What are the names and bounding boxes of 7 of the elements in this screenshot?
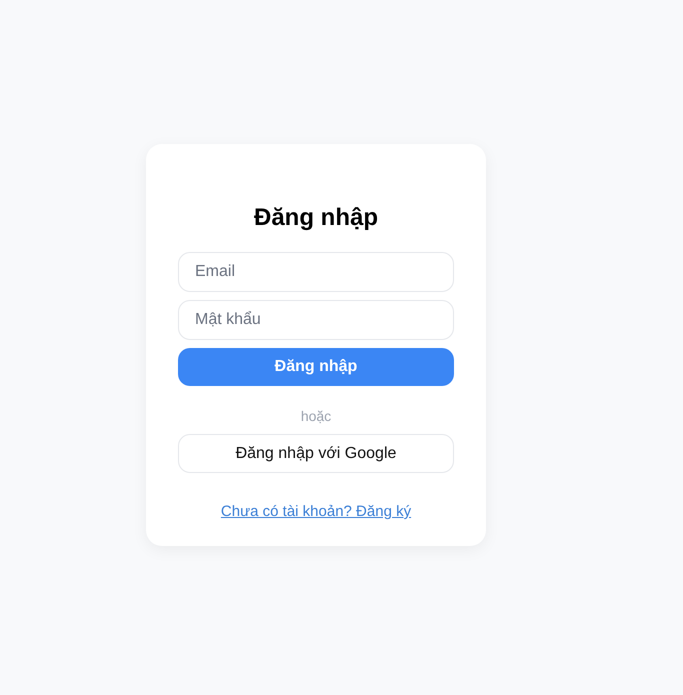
signup-link[interactable]: Chưa có tài khoản? Đăng ký: [220, 501, 412, 524]
google-login-button[interactable]: Đăng nhập với Google: [178, 434, 454, 473]
divider-text: hoặc: [300, 407, 332, 425]
input-field[interactable]: Email: [178, 252, 454, 292]
login-title: Đăng nhập: [254, 203, 378, 233]
input-field[interactable]: Mật khẩu: [178, 300, 454, 340]
login-button[interactable]: Đăng nhập: [178, 348, 454, 386]
